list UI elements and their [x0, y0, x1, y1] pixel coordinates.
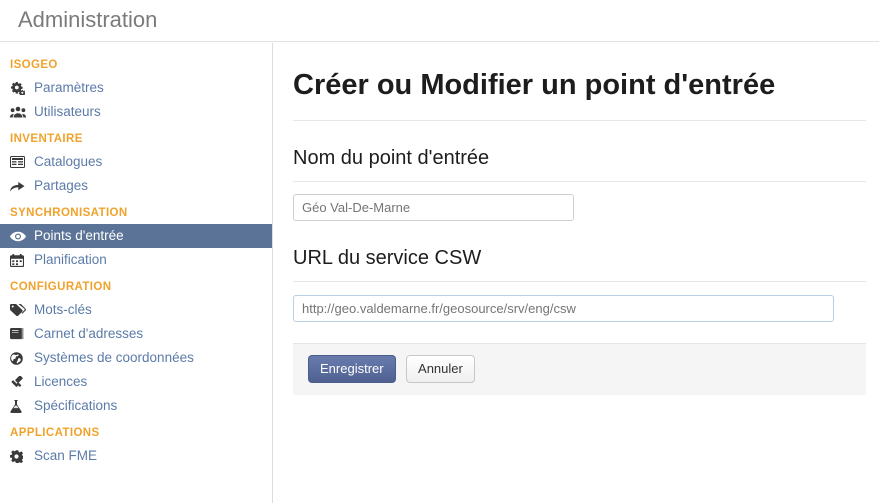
gear-icon [10, 449, 28, 463]
tags-icon [10, 303, 28, 317]
sidebar-item-label: Partages [34, 178, 89, 193]
eye-icon [10, 229, 28, 243]
gears-icon [10, 81, 28, 95]
table-icon [10, 155, 28, 169]
sidebar-item-label: Systèmes de coordonnées [34, 350, 194, 365]
sidebar-nav: ISOGEO Paramètres Utilisateurs INVENTAIRE Ca… [0, 43, 273, 503]
globe-icon [10, 351, 28, 365]
sidebar-item-label: Carnet d'adresses [34, 326, 144, 341]
sidebar-item-label: Licences [34, 374, 88, 389]
sidebar-item-label: Utilisateurs [34, 104, 101, 119]
save-button[interactable]: Enregistrer [308, 355, 396, 383]
sidebar-item-label: Scan FME [34, 448, 98, 463]
sidebar-item-scan-fme[interactable]: Scan FME [0, 444, 272, 468]
name-field-label: Nom du point d'entrée [293, 147, 490, 169]
app-title: Administration [18, 7, 158, 32]
sidebar-item-mots-cl-s[interactable]: Mots-clés [0, 298, 272, 322]
url-field-label: URL du service CSW [293, 247, 482, 269]
sidebar-item-points-d-entr-e[interactable]: Points d'entrée [0, 224, 272, 248]
admin-page: Administration ISOGEO Paramètres Utilisate… [0, 0, 879, 503]
form-actions-footer: Enregistrer Annuler [293, 343, 866, 395]
entry-point-name-input[interactable] [293, 194, 574, 221]
sidebar-section-inventaire: INVENTAIRE [10, 133, 83, 145]
csw-service-url-input[interactable] [293, 295, 834, 322]
sidebar-item-param-tres[interactable]: Paramètres [0, 76, 272, 100]
top-header: Administration [0, 0, 879, 42]
title-divider [293, 120, 866, 121]
sidebar-item-label: Paramètres [34, 80, 104, 95]
sidebar-item-label: Mots-clés [34, 302, 92, 317]
sidebar-item-catalogues[interactable]: Catalogues [0, 150, 272, 174]
sidebar-item-label: Planification [34, 252, 107, 267]
page-title: Créer ou Modifier un point d'entrée [293, 69, 776, 101]
gavel-icon [10, 375, 28, 389]
sidebar-section-synchronisation: SYNCHRONISATION [10, 207, 128, 219]
cancel-button[interactable]: Annuler [406, 355, 475, 383]
sidebar-section-applications: APPLICATIONS [10, 427, 100, 439]
sidebar-item-utilisateurs[interactable]: Utilisateurs [0, 100, 272, 124]
sidebar-item-label: Catalogues [34, 154, 103, 169]
sidebar-item-label: Points d'entrée [34, 228, 124, 243]
users-icon [10, 105, 28, 119]
sidebar-item-partages[interactable]: Partages [0, 174, 272, 198]
main-content: Créer ou Modifier un point d'entrée Nom … [274, 43, 879, 503]
sidebar-item-syst-mes-de-coordonn-es[interactable]: Systèmes de coordonnées [0, 346, 272, 370]
book-icon [10, 327, 28, 341]
sidebar-item-sp-cifications[interactable]: Spécifications [0, 394, 272, 418]
name-field-divider [293, 181, 866, 182]
flask-icon [10, 399, 28, 413]
sidebar-item-licences[interactable]: Licences [0, 370, 272, 394]
sidebar-item-label: Spécifications [34, 398, 118, 413]
sidebar-section-configuration: CONFIGURATION [10, 281, 112, 293]
url-field-divider [293, 281, 866, 282]
sidebar-item-planification[interactable]: Planification [0, 248, 272, 272]
calendar-icon [10, 253, 28, 267]
sidebar-item-carnet-d-adresses[interactable]: Carnet d'adresses [0, 322, 272, 346]
share-arrow-icon [10, 179, 28, 193]
sidebar-section-isogeo: ISOGEO [10, 59, 58, 71]
